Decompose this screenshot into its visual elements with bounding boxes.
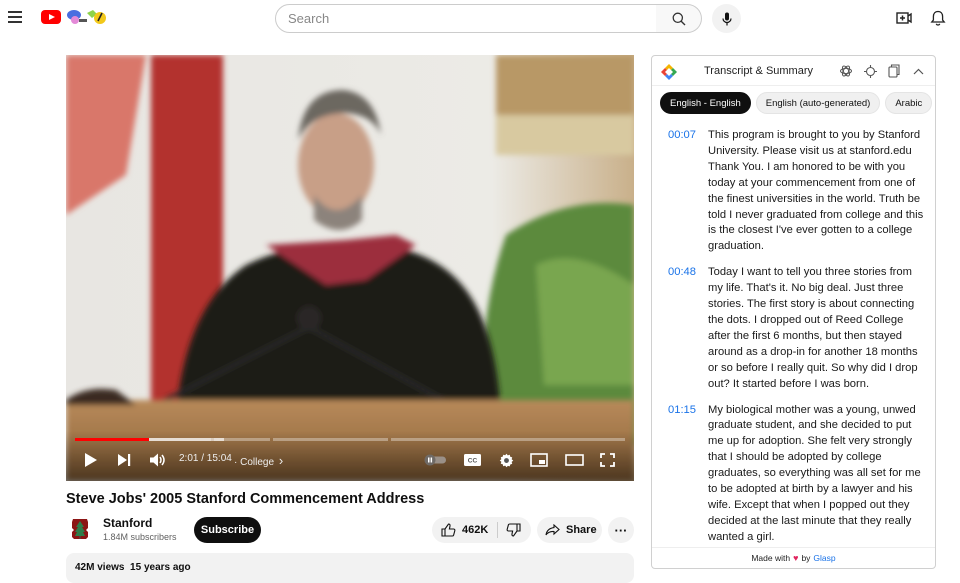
channel-name[interactable]: Stanford [103, 516, 152, 530]
made-with-label: Made with [751, 553, 791, 563]
segment-text: This program is brought to you by Stanfo… [708, 129, 924, 253]
doodle-logo[interactable] [65, 8, 107, 26]
miniplayer-button[interactable] [529, 450, 549, 470]
glasp-logo[interactable] [660, 63, 678, 81]
by-label: by [801, 553, 811, 563]
segment-text: My biological mother was a young, unwed … [708, 403, 921, 543]
subscribe-button[interactable]: Subscribe [194, 517, 261, 543]
view-count: 42M views [75, 562, 125, 573]
transcript-panel: Transcript & Summary English - English E… [651, 55, 936, 569]
segment-timestamp[interactable]: 00:07 [668, 128, 708, 255]
video-title: Steve Jobs' 2005 Stanford Commencement A… [66, 491, 425, 507]
top-bar: Search [0, 0, 960, 37]
next-icon [117, 454, 130, 466]
chevron-right-icon: › [278, 453, 284, 468]
autoplay-toggle[interactable] [423, 450, 447, 470]
transcript-segment: 01:15 My biological mother was a young, … [652, 403, 935, 546]
thumbs-down-icon [506, 523, 521, 537]
panel-title: Transcript & Summary [704, 65, 814, 77]
chevron-up-icon [913, 68, 923, 74]
next-button[interactable] [116, 450, 132, 470]
more-actions-button[interactable]: ··· [608, 517, 634, 543]
collapse-panel-button[interactable] [910, 63, 926, 79]
search-button[interactable] [656, 4, 702, 33]
voice-search-button[interactable] [712, 4, 741, 33]
search-input[interactable]: Search [275, 4, 657, 33]
gear-icon [499, 453, 513, 467]
share-icon [545, 524, 560, 536]
mic-icon [721, 12, 732, 25]
chapter-button[interactable]: · College › [234, 453, 283, 468]
subscriber-count: 1.84M subscribers [103, 532, 177, 542]
share-label: Share [566, 524, 597, 536]
glasp-link[interactable]: Glasp [813, 553, 835, 563]
create-icon[interactable] [895, 9, 913, 27]
played-bar [75, 438, 149, 441]
panel-header: Transcript & Summary [652, 56, 935, 86]
segment-text: Today I want to tell you three stories f… [708, 266, 918, 390]
transcript-segment: 00:48 Today I want to tell you three sto… [652, 265, 935, 392]
theater-icon [564, 454, 584, 466]
description-box[interactable]: 42M views 15 years ago [66, 553, 634, 583]
chapter-title: College [240, 457, 275, 468]
play-icon [84, 453, 97, 467]
cc-icon: CC [463, 454, 481, 466]
captions-button[interactable]: CC [462, 450, 482, 470]
share-button[interactable]: Share [537, 517, 602, 543]
heart-icon: ♥ [793, 553, 799, 563]
lang-tab-english[interactable]: English - English [660, 92, 751, 114]
player-controls: 2:01 / 15:04 · College › CC [66, 431, 634, 481]
miniplayer-icon [530, 453, 548, 467]
youtube-logo[interactable] [41, 10, 61, 24]
fullscreen-icon [599, 453, 615, 467]
lang-tab-arabic[interactable]: Arabic [885, 92, 933, 114]
video-frame [66, 55, 634, 481]
transcript-list[interactable]: 00:07 This program is brought to you by … [652, 128, 935, 548]
panel-footer: Made with ♥ by Glasp [652, 547, 935, 568]
progress-bar[interactable] [75, 438, 625, 441]
dislike-button[interactable] [498, 517, 528, 543]
chatgpt-summary-button[interactable] [838, 63, 854, 79]
lang-tab-english-auto[interactable]: English (auto-generated) [755, 92, 881, 114]
theater-mode-button[interactable] [563, 450, 585, 470]
segment-timestamp[interactable]: 01:15 [668, 403, 708, 546]
volume-icon [150, 453, 165, 467]
upload-age: 15 years ago [130, 562, 191, 573]
crosshair-icon [863, 64, 877, 78]
segment-timestamp[interactable]: 00:48 [668, 265, 708, 392]
like-count: 462K [462, 524, 489, 536]
thumbs-up-icon [441, 523, 456, 537]
search-icon [672, 12, 685, 25]
fullscreen-button[interactable] [598, 450, 616, 470]
bell-icon[interactable] [929, 9, 947, 27]
video-player[interactable]: 2:01 / 15:04 · College › CC [66, 55, 634, 481]
settings-button[interactable] [497, 450, 515, 470]
menu-icon[interactable] [8, 11, 22, 23]
openai-icon [840, 65, 852, 77]
like-dislike-group: 462K [432, 517, 531, 543]
volume-button[interactable] [149, 450, 167, 470]
play-button[interactable] [82, 450, 98, 470]
transcript-segment: 00:07 This program is brought to you by … [652, 128, 935, 255]
autoplay-icon [424, 454, 446, 466]
svg-text:CC: CC [467, 458, 477, 465]
time-display: 2:01 / 15:04 [179, 453, 232, 464]
copy-transcript-button[interactable] [886, 63, 902, 79]
jump-to-current-button[interactable] [862, 63, 878, 79]
like-button[interactable]: 462K [432, 517, 488, 543]
channel-avatar[interactable] [70, 517, 90, 541]
chapter-separator: · [234, 457, 238, 468]
copy-icon [888, 64, 900, 78]
language-tabs: English - English English (auto-generate… [660, 92, 933, 114]
